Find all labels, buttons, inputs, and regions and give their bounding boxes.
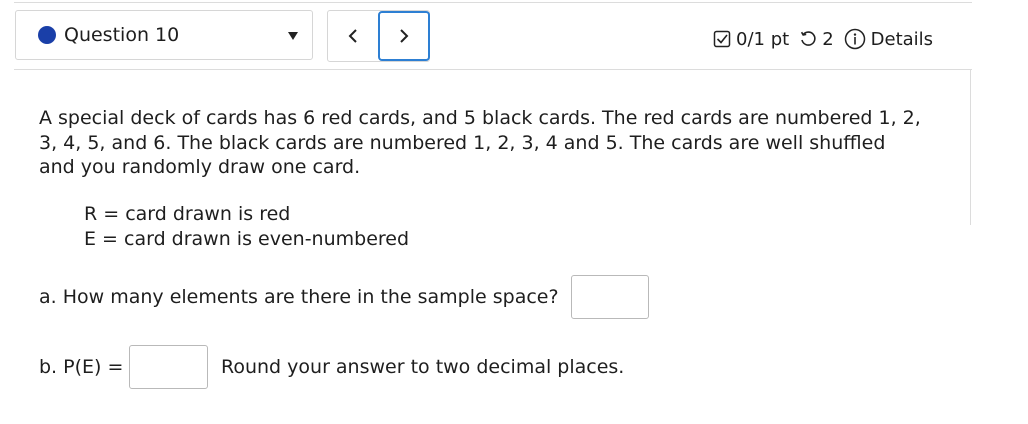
- score-value: 0/1 pt: [736, 28, 790, 50]
- retry-icon: [799, 30, 817, 48]
- header-divider: [14, 69, 972, 70]
- next-question-button[interactable]: [378, 11, 430, 61]
- problem-line: and you randomly draw one card.: [39, 156, 361, 178]
- content-right-border: [970, 69, 971, 225]
- part-b-hint: Round your answer to two decimal places.: [221, 356, 625, 378]
- attempts-value: 2: [822, 28, 834, 50]
- definition-r: R = card drawn is red: [84, 203, 291, 225]
- part-a-answer-input[interactable]: [571, 275, 649, 319]
- problem-line: A special deck of cards has 6 red cards,…: [39, 107, 921, 129]
- part-b-answer-input[interactable]: [129, 345, 208, 389]
- event-definitions: R = card drawn is red E = card drawn is …: [84, 202, 409, 251]
- chevron-right-icon: [400, 29, 409, 43]
- part-b-prompt: b. P(E) =: [39, 356, 124, 378]
- status-dot-icon: [38, 26, 56, 44]
- previous-question-button[interactable]: [328, 11, 378, 61]
- problem-line: 3, 4, 5, and 6. The black cards are numb…: [39, 131, 886, 154]
- definition-e: E = card drawn is even-numbered: [84, 227, 410, 250]
- problem-statement: A special deck of cards has 6 red cards,…: [39, 106, 959, 180]
- checkbox-icon: [713, 30, 731, 48]
- question-selector[interactable]: Question 10: [15, 10, 313, 60]
- chevron-left-icon: [348, 29, 357, 43]
- question-nav: [327, 10, 430, 62]
- chevron-down-icon[interactable]: [288, 32, 298, 40]
- top-divider: [14, 2, 972, 3]
- question-label: Question 10: [64, 24, 180, 46]
- part-a-prompt: a. How many elements are there in the sa…: [39, 286, 559, 308]
- info-icon: [844, 28, 866, 50]
- score-bar: 0/1 pt 2 Details: [713, 25, 933, 53]
- details-label: Details: [870, 28, 934, 50]
- question-page: Question 10 0/1 pt 2 Details A special d…: [0, 0, 1028, 424]
- details-link[interactable]: Details: [844, 28, 933, 50]
